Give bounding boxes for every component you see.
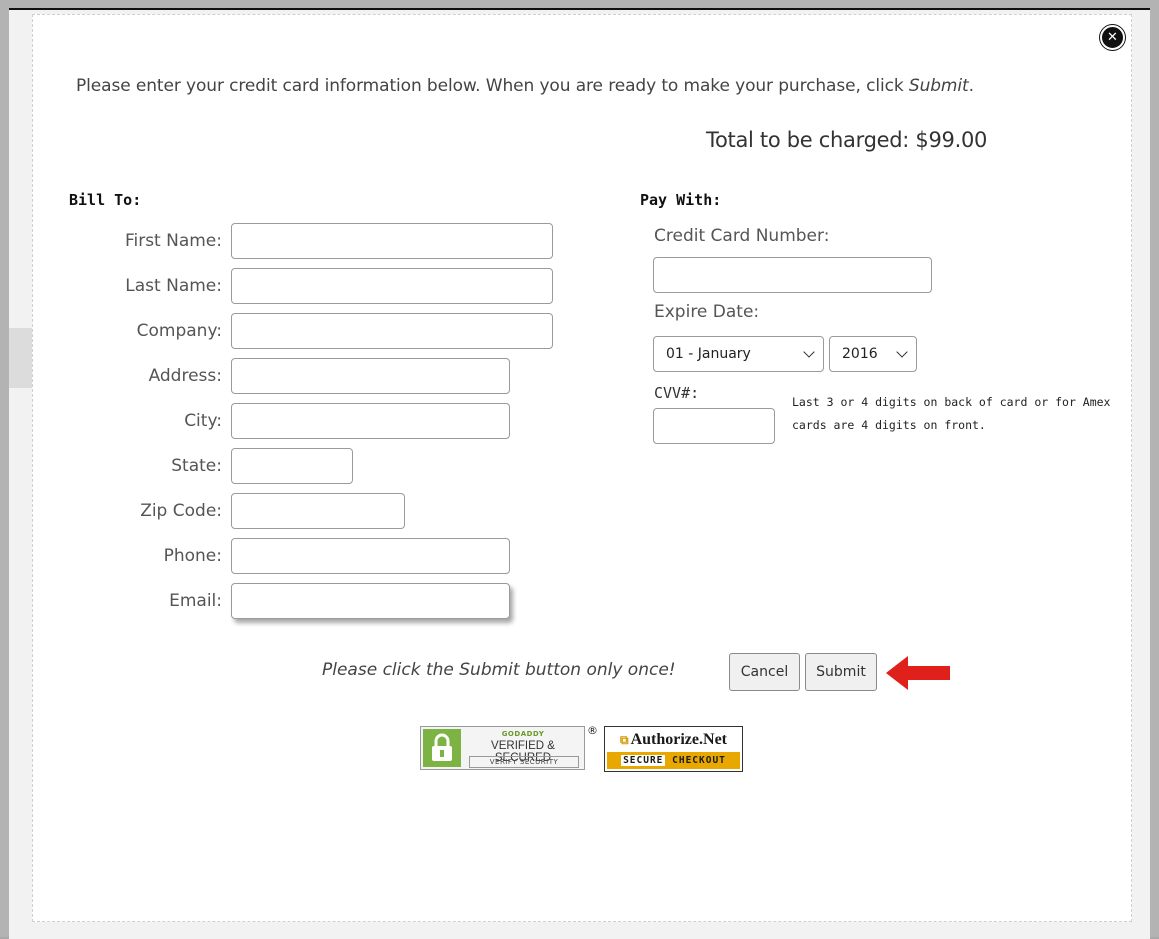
first-name-label: First Name: [124,231,222,251]
email-field[interactable] [231,583,510,619]
state-label: State: [171,456,222,476]
expire-month-value: 01 - January [666,346,751,362]
expire-year-select[interactable]: 2016 [829,336,917,372]
padlock-icon [423,729,461,767]
intro-end: . [968,76,974,96]
intro-text: Please enter your credit card informatio… [76,76,1116,96]
cvv-help-text: Last 3 or 4 digits on back of card or fo… [792,395,1111,432]
cards-icon: ⧉ [620,733,629,747]
address-field[interactable] [231,358,510,394]
phone-label: Phone: [163,546,222,566]
total-charged: Total to be charged: $99.00 [706,128,988,152]
pay-with-heading: Pay With: [640,191,722,209]
chevron-down-icon [803,346,815,358]
checkout-text: CHECKOUT [672,755,726,766]
expire-year-value: 2016 [842,346,878,362]
company-field[interactable] [231,313,553,349]
godaddy-verified-badge[interactable]: GODADDY VERIFIED & SECURED VERIFY SECURI… [420,726,585,770]
red-arrow-left-icon [886,656,950,690]
authorize-net-badge[interactable]: ⧉ Authorize.Net SECURE CHECKOUT [604,726,743,772]
close-icon[interactable]: ✕ [1100,25,1125,50]
zip-code-label: Zip Code: [140,501,222,521]
bill-to-heading: Bill To: [69,191,142,209]
secure-checkout-strip: SECURE CHECKOUT [607,752,740,769]
godaddy-verify-text: VERIFY SECURITY [469,756,579,768]
card-number-label: Credit Card Number: [654,226,830,246]
phone-field[interactable] [231,538,510,574]
cvv-label: CVV#: [654,384,700,402]
email-label: Email: [169,591,222,611]
expire-date-label: Expire Date: [654,302,760,322]
expire-month-select[interactable]: 01 - January [653,336,824,372]
company-label: Company: [136,321,222,341]
submit-once-note: Please click the Submit button only once… [322,660,676,680]
card-number-field[interactable] [653,257,932,293]
authorize-net-name: Authorize.Net [630,731,727,748]
registered-mark: ® [587,724,598,737]
godaddy-brand: GODADDY [501,730,545,738]
intro-main: Please enter your credit card informatio… [76,76,909,96]
first-name-field[interactable] [231,223,553,259]
cancel-button[interactable]: Cancel [729,653,800,691]
last-name-label: Last Name: [125,276,222,296]
state-field[interactable] [231,448,353,484]
address-label: Address: [148,366,222,386]
submit-button[interactable]: Submit [805,653,877,691]
intro-emphasis: Submit [908,76,969,96]
city-field[interactable] [231,403,510,439]
zip-code-field[interactable] [231,493,405,529]
cvv-field[interactable] [653,408,775,444]
chevron-down-icon [896,346,908,358]
last-name-field[interactable] [231,268,553,304]
authorize-net-logo: ⧉ Authorize.Net [607,729,740,751]
city-label: City: [184,411,222,431]
secure-text: SECURE [621,755,666,766]
